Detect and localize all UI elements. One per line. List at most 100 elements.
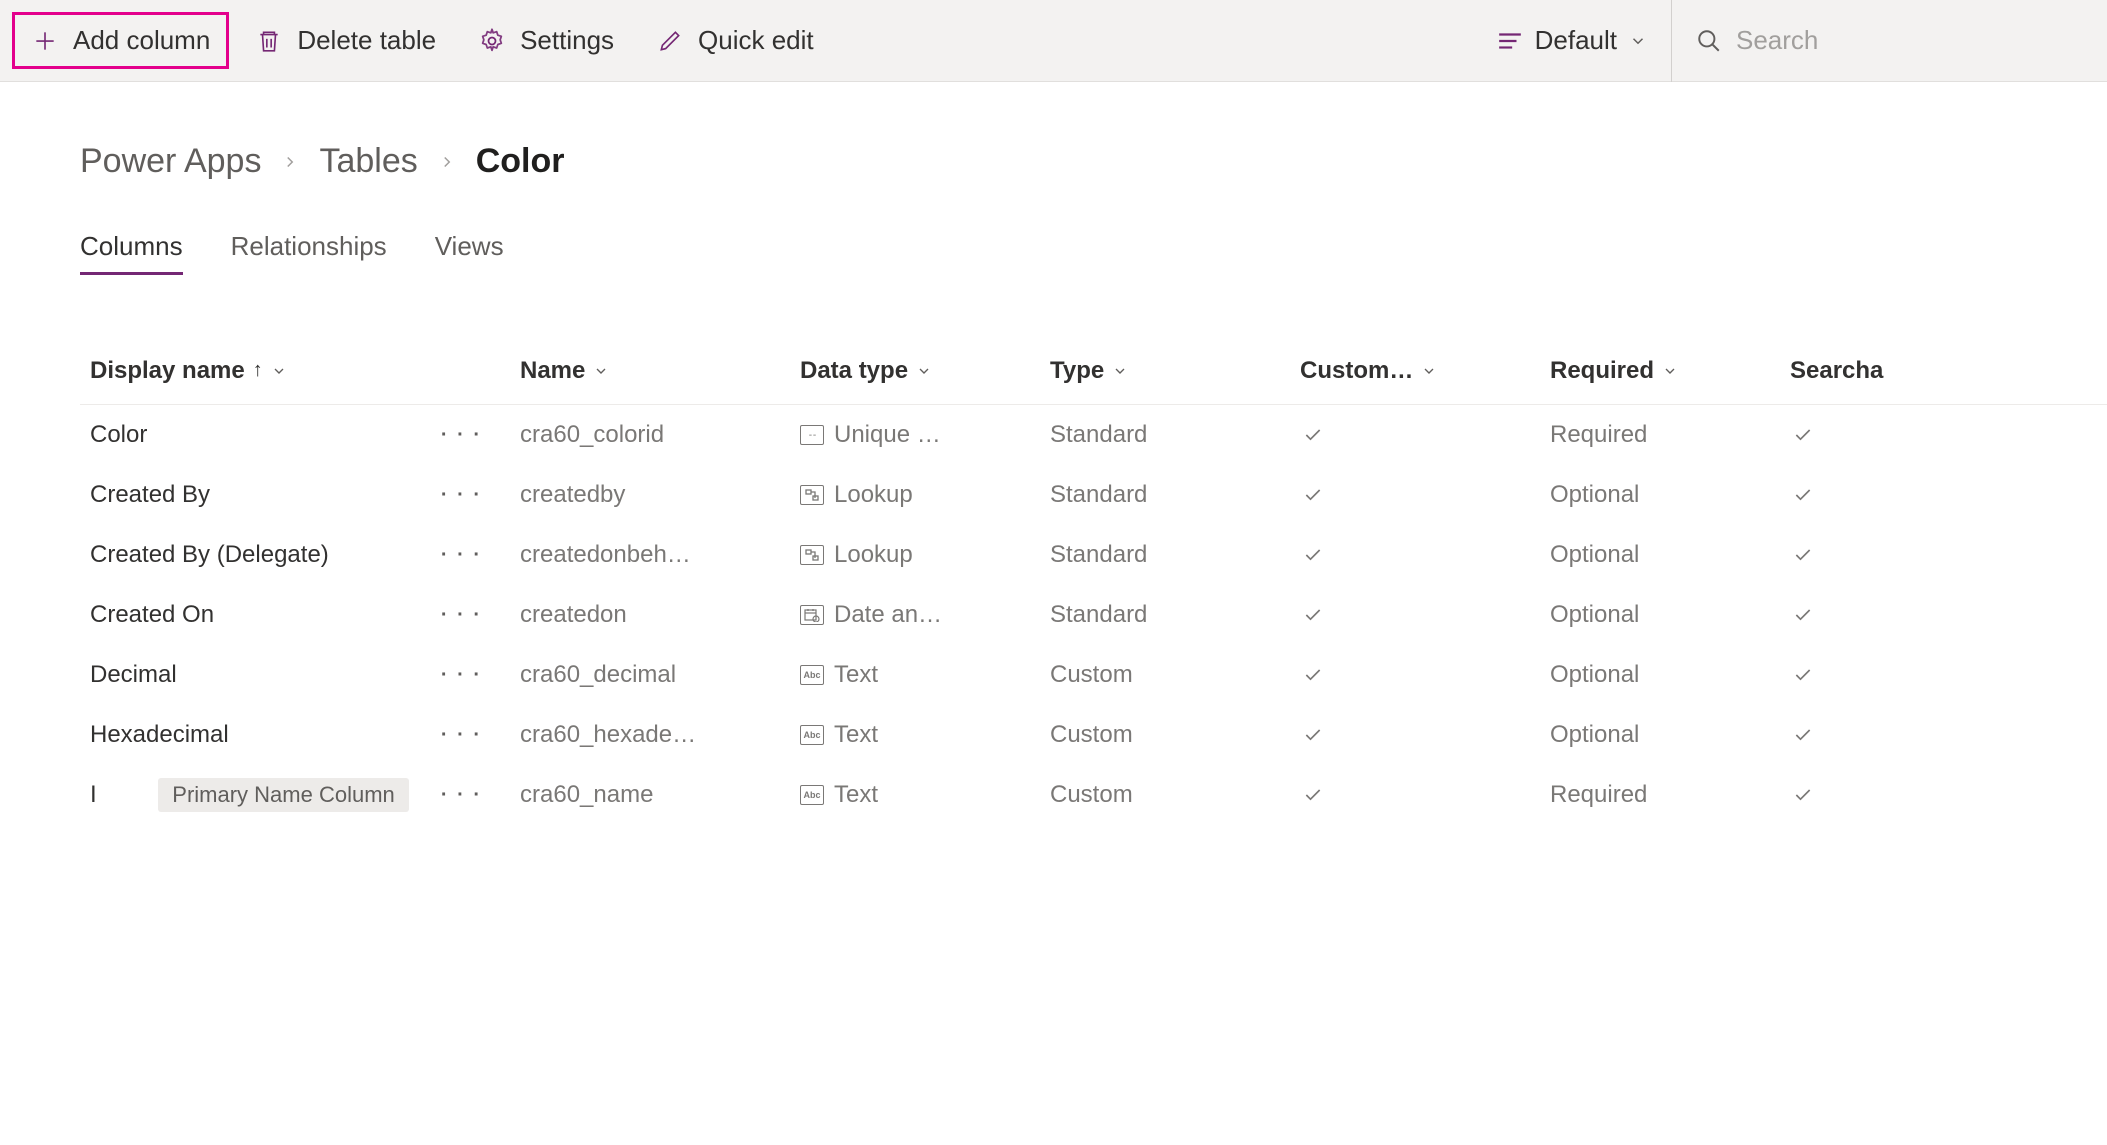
cell-datatype: AbcText bbox=[800, 721, 1050, 749]
breadcrumb-current: Color bbox=[476, 142, 565, 181]
row-more-button[interactable]: · · · bbox=[433, 604, 490, 627]
gear-icon bbox=[478, 27, 506, 55]
cell-name: createdon bbox=[520, 601, 800, 629]
cell-datatype: Date an… bbox=[800, 601, 1050, 629]
row-more-button[interactable]: · · · bbox=[433, 784, 490, 807]
table-header: Display name ↑ Name Data type Type Custo… bbox=[80, 345, 2107, 405]
header-required[interactable]: Required bbox=[1550, 357, 1790, 385]
check-icon bbox=[1790, 545, 1970, 565]
check-icon bbox=[1300, 485, 1550, 505]
check-icon bbox=[1300, 665, 1550, 685]
cell-type: Standard bbox=[1050, 541, 1300, 569]
header-searchable[interactable]: Searcha bbox=[1790, 357, 1970, 385]
table-row[interactable]: Created By (Delegate)· · ·createdonbeh…L… bbox=[80, 525, 2107, 585]
check-icon bbox=[1790, 485, 1970, 505]
row-more-button[interactable]: · · · bbox=[433, 724, 490, 747]
cell-required: Optional bbox=[1550, 481, 1790, 509]
header-name[interactable]: Name bbox=[520, 357, 800, 385]
tab-views[interactable]: Views bbox=[435, 231, 504, 275]
cell-searchable bbox=[1790, 545, 1970, 565]
table-row[interactable]: Decimal· · ·cra60_decimalAbcTextCustomOp… bbox=[80, 645, 2107, 705]
check-icon bbox=[1790, 725, 1970, 745]
tab-columns[interactable]: Columns bbox=[80, 231, 183, 275]
cell-type: Standard bbox=[1050, 481, 1300, 509]
trash-icon bbox=[255, 27, 283, 55]
add-column-label: Add column bbox=[73, 25, 210, 56]
toolbar-left: Add column Delete table Settings Quick e… bbox=[12, 12, 1473, 69]
chevron-right-icon bbox=[281, 153, 299, 171]
delete-table-button[interactable]: Delete table bbox=[239, 15, 452, 66]
breadcrumb: Power Apps Tables Color bbox=[80, 142, 2107, 181]
table-row[interactable]: Hexadecimal· · ·cra60_hexade…AbcTextCust… bbox=[80, 705, 2107, 765]
cell-datatype: - -Unique … bbox=[800, 421, 1050, 449]
primary-name-pill: Primary Name Column bbox=[158, 778, 409, 812]
table-row[interactable]: Created On· · ·createdonDate an…Standard… bbox=[80, 585, 2107, 645]
cell-display-name: Color· · · bbox=[90, 421, 520, 449]
search-input[interactable] bbox=[1736, 25, 2071, 56]
cell-custom bbox=[1300, 485, 1550, 505]
cell-display-name: Created By· · · bbox=[90, 481, 520, 509]
cell-name: cra60_hexade… bbox=[520, 721, 800, 749]
cell-searchable bbox=[1790, 605, 1970, 625]
cell-datatype: Lookup bbox=[800, 481, 1050, 509]
cell-name: createdonbeh… bbox=[520, 541, 800, 569]
cell-display-name: Hexadecimal· · · bbox=[90, 721, 520, 749]
chevron-down-icon bbox=[1112, 363, 1128, 379]
cell-type: Standard bbox=[1050, 421, 1300, 449]
tab-relationships[interactable]: Relationships bbox=[231, 231, 387, 275]
list-icon bbox=[1497, 30, 1523, 52]
text-icon: Abc bbox=[800, 665, 824, 685]
search-icon bbox=[1696, 28, 1722, 54]
cell-name: createdby bbox=[520, 481, 800, 509]
cell-type: Custom bbox=[1050, 721, 1300, 749]
datetime-icon bbox=[800, 605, 824, 625]
breadcrumb-root[interactable]: Power Apps bbox=[80, 142, 261, 181]
tabs: Columns Relationships Views bbox=[80, 231, 2107, 275]
cell-display-name: Decimal· · · bbox=[90, 661, 520, 689]
add-column-button[interactable]: Add column bbox=[12, 12, 229, 69]
cell-display-name: Created By (Delegate)· · · bbox=[90, 541, 520, 569]
header-type[interactable]: Type bbox=[1050, 357, 1300, 385]
columns-table: Display name ↑ Name Data type Type Custo… bbox=[80, 345, 2107, 825]
chevron-down-icon bbox=[1421, 363, 1437, 379]
settings-button[interactable]: Settings bbox=[462, 15, 630, 66]
check-icon bbox=[1300, 545, 1550, 565]
cell-required: Optional bbox=[1550, 661, 1790, 689]
cell-type: Custom bbox=[1050, 661, 1300, 689]
cell-required: Required bbox=[1550, 421, 1790, 449]
row-more-button[interactable]: · · · bbox=[433, 424, 490, 447]
cell-required: Required bbox=[1550, 781, 1790, 809]
check-icon bbox=[1790, 785, 1970, 805]
cell-custom bbox=[1300, 665, 1550, 685]
header-display-name[interactable]: Display name ↑ bbox=[90, 357, 520, 385]
chevron-down-icon bbox=[1662, 363, 1678, 379]
check-icon bbox=[1790, 665, 1970, 685]
cell-searchable bbox=[1790, 665, 1970, 685]
toolbar-right: Default bbox=[1473, 0, 2095, 82]
search-box[interactable] bbox=[1671, 0, 2095, 82]
cell-custom bbox=[1300, 545, 1550, 565]
header-custom[interactable]: Custom… bbox=[1300, 357, 1550, 385]
check-icon bbox=[1300, 725, 1550, 745]
settings-label: Settings bbox=[520, 25, 614, 56]
table-row[interactable]: Color· · ·cra60_colorid- -Unique …Standa… bbox=[80, 405, 2107, 465]
cell-datatype: AbcText bbox=[800, 781, 1050, 809]
quick-edit-button[interactable]: Quick edit bbox=[640, 15, 830, 66]
chevron-down-icon bbox=[916, 363, 932, 379]
table-row[interactable]: Created By· · ·createdbyLookupStandard Op… bbox=[80, 465, 2107, 525]
cell-searchable bbox=[1790, 425, 1970, 445]
text-icon: Abc bbox=[800, 725, 824, 745]
header-data-type[interactable]: Data type bbox=[800, 357, 1050, 385]
cell-datatype: Lookup bbox=[800, 541, 1050, 569]
table-row[interactable]: I Primary Name Column· · ·cra60_nameAbcT… bbox=[80, 765, 2107, 825]
chevron-right-icon bbox=[438, 153, 456, 171]
row-more-button[interactable]: · · · bbox=[433, 484, 490, 507]
row-more-button[interactable]: · · · bbox=[433, 544, 490, 567]
breadcrumb-tables[interactable]: Tables bbox=[319, 142, 417, 181]
cell-name: cra60_decimal bbox=[520, 661, 800, 689]
check-icon bbox=[1790, 605, 1970, 625]
row-more-button[interactable]: · · · bbox=[433, 664, 490, 687]
view-selector[interactable]: Default bbox=[1473, 25, 1671, 56]
cell-searchable bbox=[1790, 485, 1970, 505]
content-area: Power Apps Tables Color Columns Relation… bbox=[0, 82, 2107, 825]
